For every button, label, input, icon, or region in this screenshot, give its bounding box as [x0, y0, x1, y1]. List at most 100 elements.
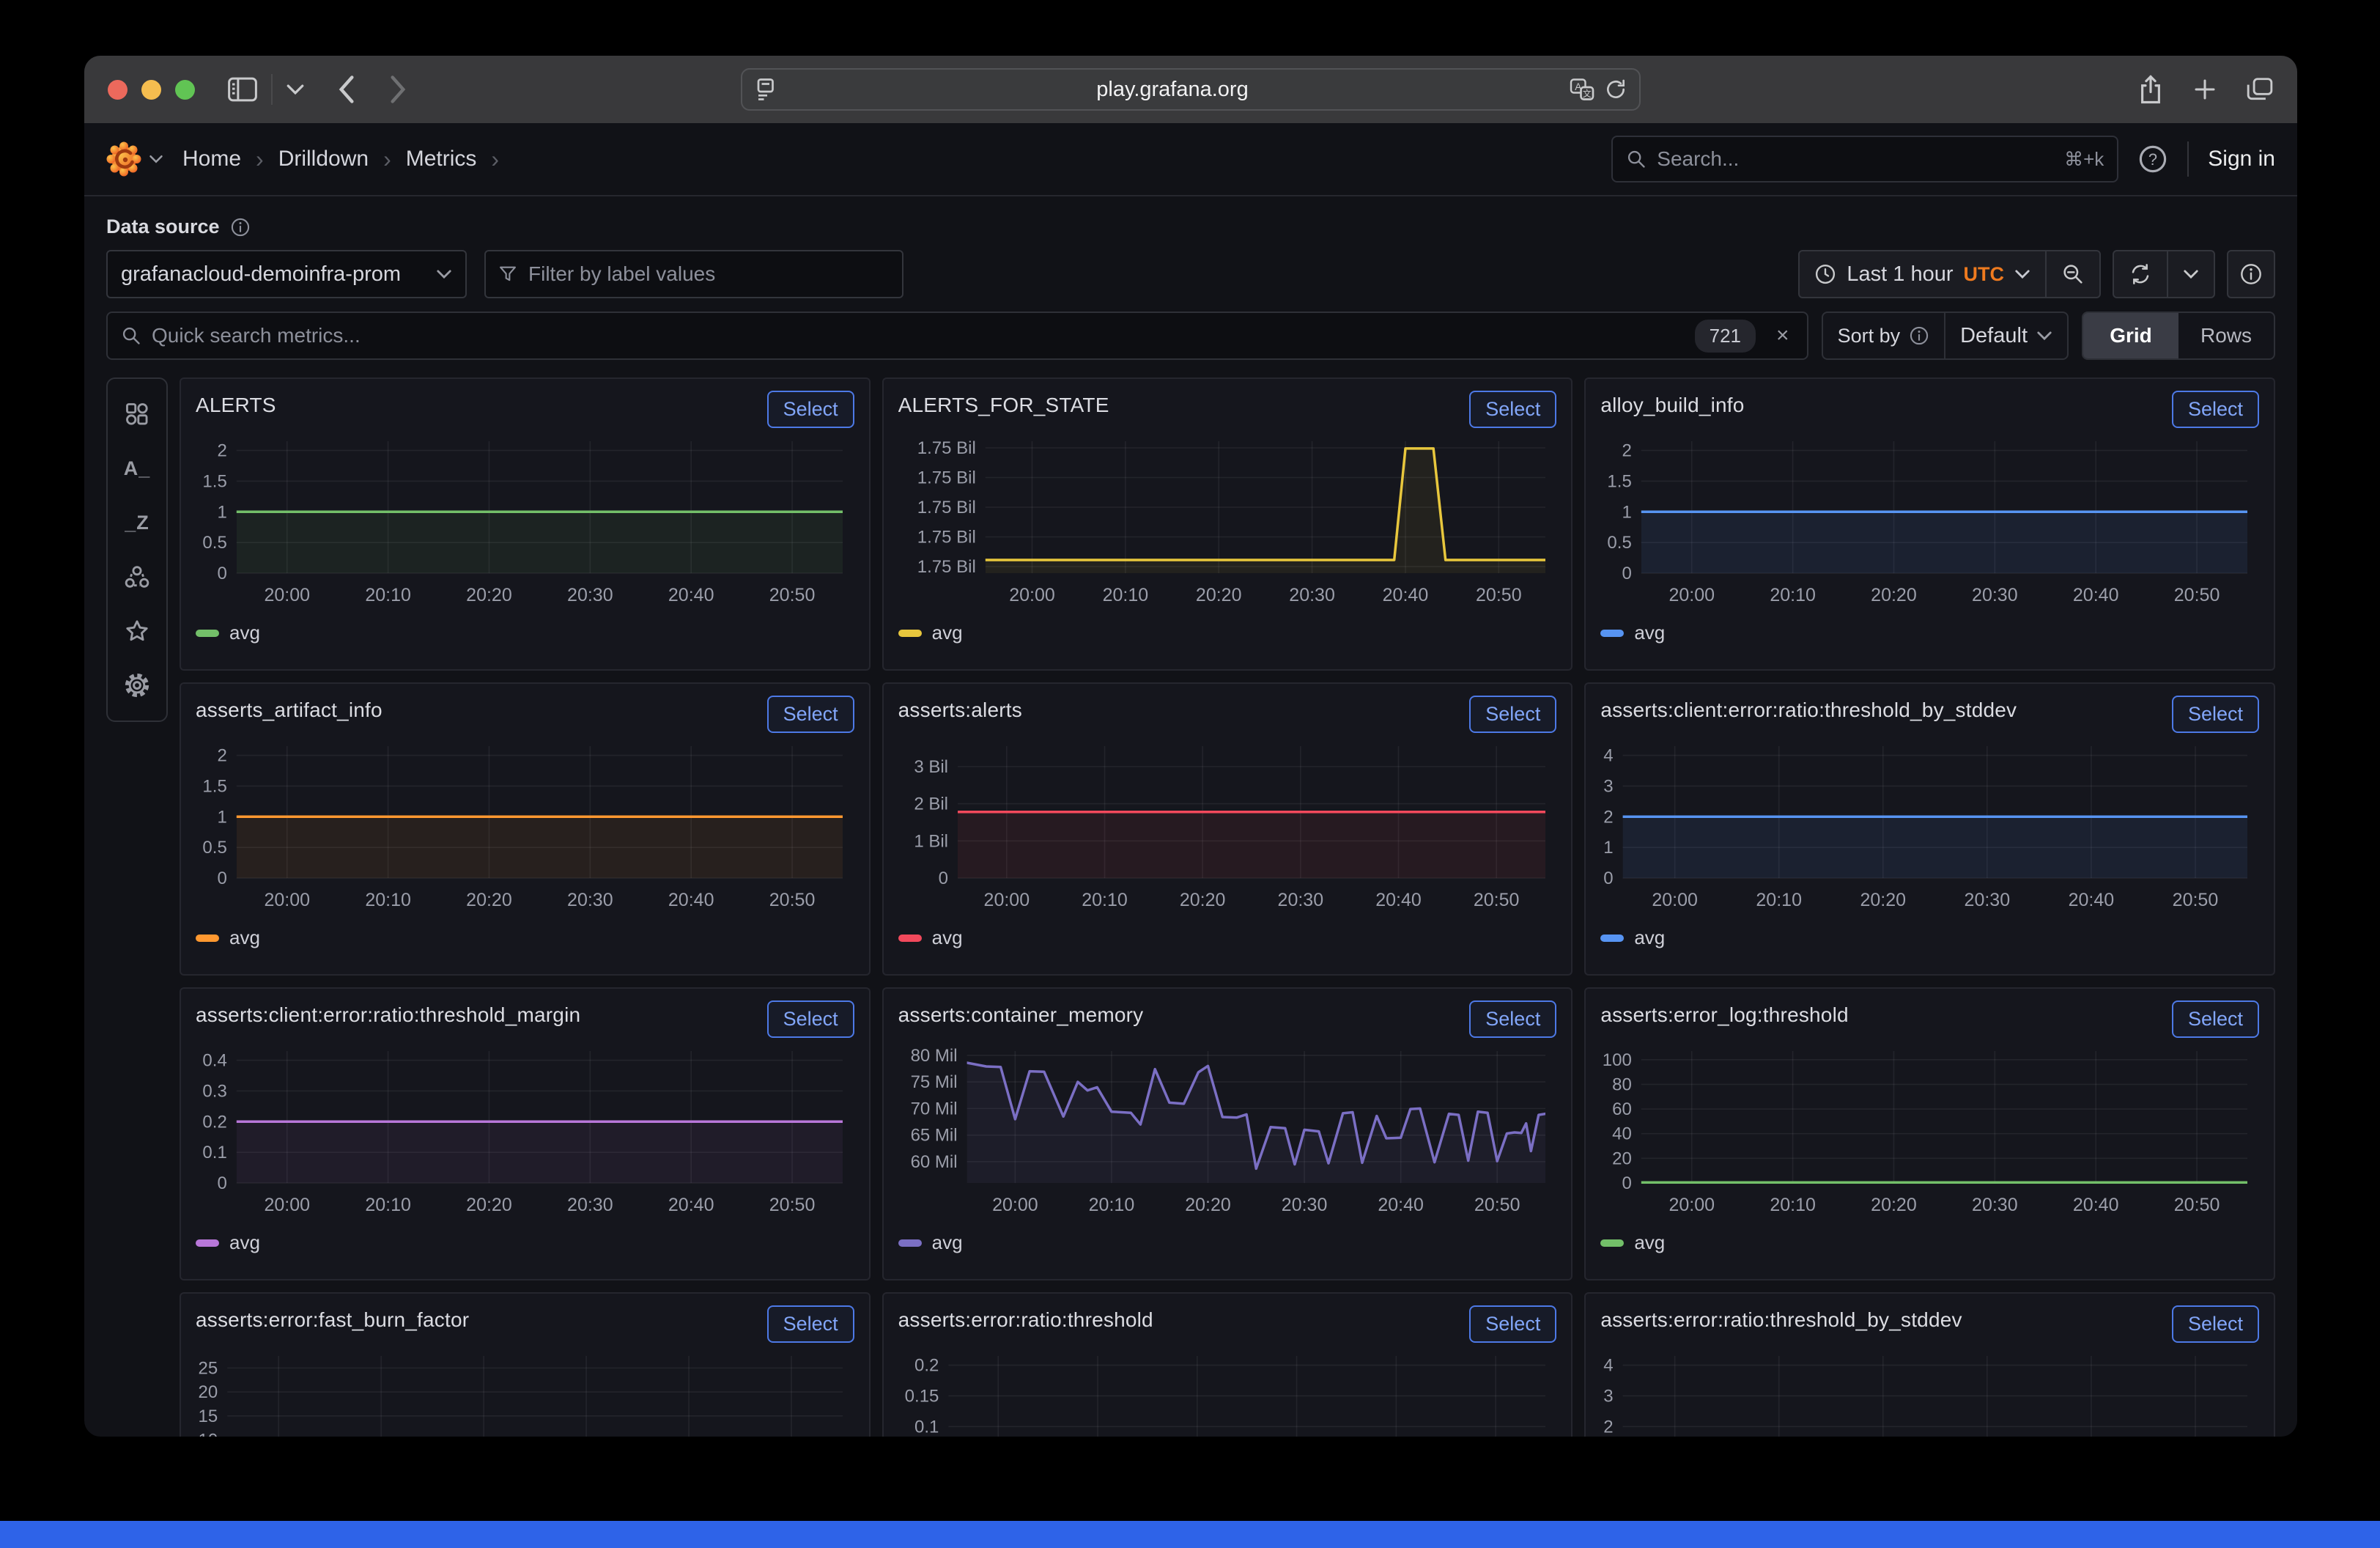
svg-text:0.2: 0.2: [914, 1356, 939, 1376]
grafana-logo[interactable]: [106, 141, 141, 177]
panel-select-button[interactable]: Select: [1469, 1000, 1556, 1038]
filter-prefix-icon[interactable]: A_: [114, 445, 160, 492]
quick-search-input[interactable]: [152, 324, 1685, 347]
metric-chart[interactable]: 02040608010020:0020:1020:2020:3020:4020:…: [1600, 1044, 2259, 1224]
translate-icon[interactable]: A 文: [1569, 77, 1595, 102]
search-icon: [1626, 149, 1647, 169]
chart-legend[interactable]: avg: [1600, 622, 2259, 644]
refresh-button[interactable]: [2114, 251, 2167, 297]
panel-select-button[interactable]: Select: [2172, 1305, 2259, 1343]
reload-icon[interactable]: [1604, 78, 1627, 101]
metric-chart[interactable]: 0123420:0020:1020:2020:3020:4020:50: [1600, 739, 2259, 919]
help-icon[interactable]: ?: [2137, 144, 2168, 174]
info-icon[interactable]: [230, 217, 251, 237]
gear-icon[interactable]: [114, 662, 160, 709]
chart-legend[interactable]: avg: [196, 1231, 854, 1254]
metric-chart[interactable]: 60 Mil65 Mil70 Mil75 Mil80 Mil20:0020:10…: [898, 1044, 1557, 1224]
back-icon[interactable]: [336, 73, 358, 106]
view-mode-rows[interactable]: Rows: [2178, 313, 2274, 358]
chart-legend[interactable]: avg: [898, 926, 1557, 949]
apps-grid-icon[interactable]: [114, 391, 160, 438]
breadcrumb-item[interactable]: Metrics: [406, 147, 477, 172]
metric-chart[interactable]: 00.511.5220:0020:1020:2020:3020:4020:50: [1600, 434, 2259, 614]
global-search-input[interactable]: [1657, 147, 2054, 171]
reader-icon[interactable]: [754, 77, 776, 102]
chart-legend[interactable]: avg: [1600, 926, 2259, 949]
org-switcher-chevron-icon[interactable]: [149, 154, 163, 164]
svg-text:0: 0: [217, 1173, 226, 1193]
metric-chart[interactable]: 051015202520:0020:1020:2020:3020:4020:50: [196, 1349, 854, 1437]
data-source-picker[interactable]: grafanacloud-demoinfra-prom: [106, 250, 467, 298]
svg-text:20: 20: [1612, 1149, 1632, 1168]
svg-text:20:40: 20:40: [1382, 585, 1428, 605]
metric-chart[interactable]: 00.511.5220:0020:1020:2020:3020:4020:50: [196, 739, 854, 919]
svg-text:0.5: 0.5: [1608, 533, 1632, 553]
tab-group-chevron-icon[interactable]: [286, 83, 305, 96]
sort-value: Default: [1960, 324, 2028, 348]
svg-text:20:30: 20:30: [567, 1195, 613, 1215]
panel-select-button[interactable]: Select: [2172, 696, 2259, 733]
forward-icon[interactable]: [387, 73, 409, 106]
sign-in-button[interactable]: Sign in: [2208, 147, 2275, 172]
svg-text:1: 1: [1622, 502, 1632, 522]
label-filter-input[interactable]: [528, 262, 890, 286]
metric-panel: asserts:error_log:threshold Select 02040…: [1584, 987, 2275, 1280]
info-icon[interactable]: [1909, 325, 1929, 346]
chart-legend[interactable]: avg: [196, 926, 854, 949]
panel-select-button[interactable]: Select: [767, 1305, 854, 1343]
panel-select-button[interactable]: Select: [2172, 391, 2259, 428]
global-search-box[interactable]: ⌘+k: [1611, 136, 2118, 183]
svg-text:1 Bil: 1 Bil: [914, 831, 948, 851]
view-mode-grid[interactable]: Grid: [2083, 313, 2178, 358]
panel-select-button[interactable]: Select: [767, 391, 854, 428]
close-window-button[interactable]: [108, 80, 128, 100]
chart-legend[interactable]: avg: [898, 1231, 1557, 1254]
fullscreen-window-button[interactable]: [175, 80, 195, 100]
metric-chart[interactable]: 1.75 Bil1.75 Bil1.75 Bil1.75 Bil1.75 Bil…: [898, 434, 1557, 614]
panel-select-button[interactable]: Select: [767, 1000, 854, 1038]
chart-legend[interactable]: avg: [1600, 1231, 2259, 1254]
metric-chart[interactable]: 00.10.20.30.420:0020:1020:2020:3020:4020…: [196, 1044, 854, 1224]
panel-select-button[interactable]: Select: [1469, 696, 1556, 733]
panel-select-button[interactable]: Select: [1469, 1305, 1556, 1343]
panel-select-button[interactable]: Select: [767, 696, 854, 733]
quick-search-box[interactable]: 721 ×: [106, 312, 1808, 360]
svg-text:20:00: 20:00: [1669, 1195, 1715, 1215]
svg-text:2: 2: [1604, 1417, 1614, 1437]
star-icon[interactable]: [114, 608, 160, 655]
filter-suffix-icon[interactable]: _Z: [114, 499, 160, 546]
metric-chart[interactable]: 00.511.5220:0020:1020:2020:3020:4020:50: [196, 434, 854, 614]
svg-text:0: 0: [1622, 1173, 1632, 1193]
metric-panel: asserts:client:error:ratio:threshold_mar…: [180, 987, 871, 1280]
page-info-button[interactable]: [2227, 250, 2275, 298]
new-tab-icon[interactable]: [2192, 76, 2218, 103]
sidebar-toggle-icon[interactable]: [227, 76, 258, 103]
breadcrumb-item[interactable]: Home: [182, 147, 241, 172]
metric-chart[interactable]: 00.050.10.150.220:0020:1020:2020:3020:40…: [898, 1349, 1557, 1437]
metric-chart[interactable]: 0123420:0020:1020:2020:3020:4020:50: [1600, 1349, 2259, 1437]
panel-select-button[interactable]: Select: [1469, 391, 1556, 428]
svg-text:20:30: 20:30: [1965, 890, 2011, 910]
sort-value-dropdown[interactable]: Default: [1944, 313, 2067, 358]
metric-chart[interactable]: 01 Bil2 Bil3 Bil20:0020:1020:2020:3020:4…: [898, 739, 1557, 919]
legend-swatch-icon: [1600, 630, 1624, 637]
chart-legend[interactable]: avg: [898, 622, 1557, 644]
svg-text:4: 4: [1604, 1356, 1614, 1376]
time-range-picker[interactable]: Last 1 hour UTC: [1800, 251, 2045, 297]
refresh-interval-chevron[interactable]: [2167, 251, 2214, 297]
tabs-overview-icon[interactable]: [2246, 76, 2274, 103]
refresh-icon: [2129, 262, 2152, 286]
chart-legend[interactable]: avg: [196, 622, 854, 644]
address-bar[interactable]: play.grafana.org A 文: [741, 68, 1641, 111]
minimize-window-button[interactable]: [141, 80, 161, 100]
share-icon[interactable]: [2137, 74, 2164, 105]
breadcrumb-item[interactable]: Drilldown: [278, 147, 369, 172]
toolbar-right-actions: [2137, 74, 2274, 105]
svg-text:20:30: 20:30: [1972, 1195, 2018, 1215]
group-icon[interactable]: [114, 553, 160, 600]
clear-search-icon[interactable]: ×: [1776, 323, 1789, 348]
zoom-out-button[interactable]: [2045, 251, 2099, 297]
panel-select-button[interactable]: Select: [2172, 1000, 2259, 1038]
label-filter-box[interactable]: [484, 250, 903, 298]
panel-title: asserts:error:ratio:threshold: [898, 1305, 1153, 1332]
